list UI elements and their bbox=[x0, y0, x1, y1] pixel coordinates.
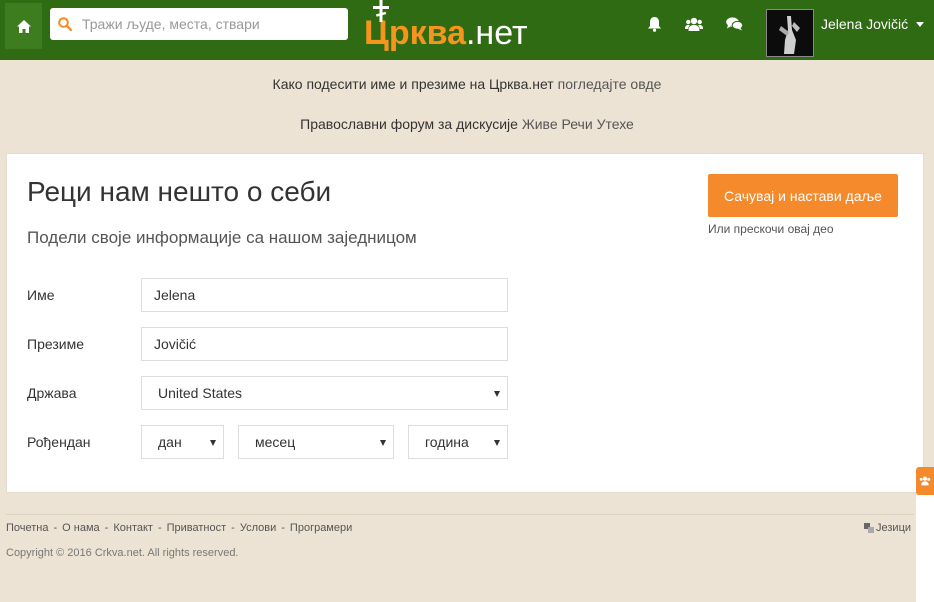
search-box[interactable] bbox=[50, 8, 348, 40]
dropdown-arrow-icon bbox=[380, 440, 386, 446]
first-name-input[interactable]: Jelena bbox=[141, 278, 508, 312]
last-name-input[interactable]: Jovičić bbox=[141, 327, 508, 361]
language-selector[interactable]: Језици bbox=[864, 522, 911, 534]
footer-links: Почетна - О нама - Контакт - Приватност … bbox=[6, 522, 352, 534]
birth-year-value: година bbox=[425, 434, 469, 450]
dropdown-arrow-icon bbox=[210, 440, 216, 446]
footer-link-home[interactable]: Почетна bbox=[6, 522, 49, 534]
footer-link-privacy[interactable]: Приватност bbox=[167, 522, 227, 534]
dropdown-arrow-icon bbox=[494, 440, 500, 446]
birth-month-value: месец bbox=[255, 434, 296, 450]
country-label: Држава bbox=[27, 385, 77, 401]
top-navbar: Црква.нет bbox=[0, 0, 934, 60]
language-icon bbox=[864, 523, 874, 533]
notice-forum: Православни форум за дискусије Живе Речи… bbox=[0, 116, 934, 132]
page-title: Реци нам нешто о себи bbox=[27, 176, 332, 207]
home-icon bbox=[16, 19, 31, 33]
side-panel-strip bbox=[916, 495, 934, 602]
site-logo[interactable]: Црква.нет bbox=[364, 0, 539, 56]
cross-icon bbox=[373, 0, 389, 22]
country-selected-value: United States bbox=[158, 385, 243, 401]
birth-month-select[interactable]: месец bbox=[238, 425, 394, 459]
footer-link-terms[interactable]: Услови bbox=[240, 522, 276, 534]
page-subtitle: Подели своје информације са нашом заједн… bbox=[27, 228, 417, 247]
last-name-label: Презиме bbox=[27, 336, 84, 352]
birth-year-select[interactable]: година bbox=[408, 425, 508, 459]
copyright-text: Copyright © 2016 Crkva.net. All rights r… bbox=[6, 547, 239, 559]
notice-name-setup: Како подесити име и презиме на Црква.нет… bbox=[0, 76, 934, 92]
birth-day-select[interactable]: дан bbox=[141, 425, 224, 459]
users-icon[interactable] bbox=[684, 14, 704, 34]
dropdown-arrow-icon bbox=[494, 391, 500, 397]
notice-link-see-here[interactable]: погледајте овде bbox=[558, 76, 662, 92]
footer-separator: - bbox=[281, 522, 285, 534]
footer-link-developers[interactable]: Програмери bbox=[290, 522, 352, 534]
save-continue-button[interactable]: Сачувај и настави даље bbox=[708, 174, 898, 217]
user-menu[interactable]: Jelena Jovičić bbox=[821, 16, 925, 32]
birthday-label: Рођендан bbox=[27, 434, 91, 450]
skip-link[interactable]: Или прескочи овај део bbox=[708, 222, 834, 236]
notice-text: Православни форум за дискусије bbox=[300, 116, 522, 132]
logo-suffix-text: .нет bbox=[465, 14, 528, 52]
chat-icon[interactable] bbox=[724, 14, 744, 34]
users-icon bbox=[919, 476, 931, 486]
user-avatar[interactable] bbox=[766, 9, 814, 57]
footer-divider bbox=[6, 514, 914, 515]
footer-link-contact[interactable]: Контакт bbox=[113, 522, 153, 534]
search-input[interactable] bbox=[80, 15, 339, 33]
notice-link-forum[interactable]: Живе Речи Утехе bbox=[522, 116, 634, 132]
home-button[interactable] bbox=[5, 3, 42, 49]
side-people-tab[interactable] bbox=[916, 467, 934, 495]
bell-icon[interactable] bbox=[644, 14, 664, 34]
user-name-label: Jelena Jovičić bbox=[821, 16, 909, 32]
top-icon-group bbox=[644, 14, 744, 34]
footer-link-about[interactable]: О нама bbox=[62, 522, 100, 534]
footer-separator: - bbox=[231, 522, 235, 534]
profile-info-card: Реци нам нешто о себи Подели своје инфор… bbox=[6, 153, 924, 493]
chevron-down-icon bbox=[916, 21, 925, 27]
notice-text: Како подесити име и презиме на Црква.нет bbox=[272, 76, 558, 92]
footer-separator: - bbox=[53, 522, 58, 534]
language-label: Језици bbox=[876, 522, 912, 534]
search-icon bbox=[50, 17, 80, 31]
footer-separator: - bbox=[104, 522, 109, 534]
footer-separator: - bbox=[157, 522, 162, 534]
country-select[interactable]: United States bbox=[141, 376, 508, 410]
birth-day-value: дан bbox=[158, 434, 182, 450]
first-name-label: Име bbox=[27, 287, 55, 303]
